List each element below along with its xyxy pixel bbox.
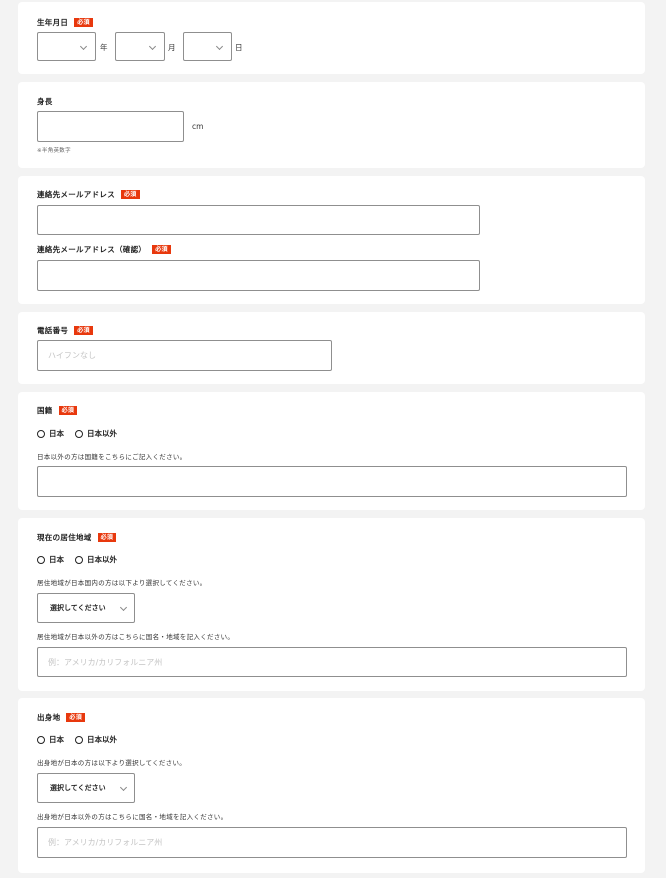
residence-placeholder: 例：アメリカ/カリフォルニア州 bbox=[48, 657, 163, 667]
phone-input[interactable]: ハイフンなし bbox=[37, 340, 332, 371]
residence-radio-group: 日本 日本以外 bbox=[37, 554, 128, 565]
birthdate-section: 生年月日 必須 年 月 日 bbox=[18, 2, 645, 74]
radio-circle-icon bbox=[75, 555, 83, 564]
month-unit: 月 bbox=[168, 43, 176, 52]
residence-country-input[interactable]: 例：アメリカ/カリフォルニア州 bbox=[37, 647, 627, 677]
nationality-input[interactable] bbox=[37, 466, 627, 497]
chevron-down-icon bbox=[79, 42, 88, 51]
required-badge: 必須 bbox=[66, 713, 86, 722]
email-label: 連絡先メールアドレス 必須 bbox=[37, 189, 140, 200]
height-label: 身長 bbox=[37, 97, 53, 106]
nationality-section: 国籍 必須 日本 日本以外 日本以外の方は国籍をこちらにご記入ください。 bbox=[18, 392, 645, 510]
email-section: 連絡先メールアドレス 必須 連絡先メールアドレス（確認） 必須 bbox=[18, 176, 645, 304]
nationality-radio-other[interactable]: 日本以外 bbox=[75, 428, 117, 439]
birthplace-select-note: 出身地が日本の方は以下より選択してください。 bbox=[37, 759, 187, 767]
birthplace-prefecture-select[interactable]: 選択してください bbox=[37, 773, 135, 803]
email-field[interactable] bbox=[37, 205, 480, 235]
birthplace-text-note: 出身地が日本以外の方はこちらに国名・地域を記入ください。 bbox=[37, 813, 228, 821]
birthplace-label: 出身地 必須 bbox=[37, 712, 86, 723]
required-badge: 必須 bbox=[121, 190, 140, 199]
radio-circle-icon bbox=[37, 429, 45, 438]
radio-circle-icon bbox=[37, 735, 45, 744]
residence-prefecture-select[interactable]: 選択してください bbox=[37, 593, 135, 623]
year-unit: 年 bbox=[100, 43, 108, 52]
chevron-down-icon bbox=[119, 783, 128, 792]
residence-select-note: 居住地域が日本国内の方は以下より選択してください。 bbox=[37, 579, 207, 587]
chevron-down-icon bbox=[119, 603, 128, 612]
phone-section: 電話番号 必須 ハイフンなし bbox=[18, 312, 645, 384]
residence-label: 現在の居住地域 必須 bbox=[37, 532, 117, 543]
required-badge: 必須 bbox=[152, 245, 171, 254]
birthplace-radio-group: 日本 日本以外 bbox=[37, 734, 128, 745]
birth-year-select[interactable] bbox=[37, 32, 96, 61]
residence-section: 現在の居住地域 必須 日本 日本以外 居住地域が日本国内の方は以下より選択してく… bbox=[18, 518, 645, 691]
required-badge: 必須 bbox=[74, 326, 93, 335]
required-badge: 必須 bbox=[74, 18, 93, 27]
height-note: ※半角英数字 bbox=[37, 148, 71, 154]
radio-circle-icon bbox=[75, 735, 83, 744]
birthplace-radio-other[interactable]: 日本以外 bbox=[75, 734, 117, 745]
email-confirm-label: 連絡先メールアドレス（確認） 必須 bbox=[37, 244, 171, 255]
required-badge: 必須 bbox=[58, 406, 78, 415]
radio-circle-icon bbox=[75, 429, 83, 438]
radio-circle-icon bbox=[37, 555, 45, 564]
birthplace-placeholder: 例：アメリカ/カリフォルニア州 bbox=[48, 838, 163, 847]
birthdate-label: 生年月日 必須 bbox=[37, 17, 93, 28]
chevron-down-icon bbox=[148, 42, 157, 51]
day-unit: 日 bbox=[235, 43, 243, 52]
residence-radio-other[interactable]: 日本以外 bbox=[75, 554, 117, 565]
residence-radio-japan[interactable]: 日本 bbox=[37, 554, 64, 565]
email-confirm-field[interactable] bbox=[37, 260, 480, 291]
nationality-radio-japan[interactable]: 日本 bbox=[37, 428, 64, 439]
birth-day-select[interactable] bbox=[183, 32, 232, 61]
birthplace-section: 出身地 必須 日本 日本以外 出身地が日本の方は以下より選択してください。 選択… bbox=[18, 698, 645, 873]
nationality-radio-group: 日本 日本以外 bbox=[37, 428, 128, 439]
birthplace-country-input[interactable]: 例：アメリカ/カリフォルニア州 bbox=[37, 827, 627, 858]
nationality-note: 日本以外の方は国籍をこちらにご記入ください。 bbox=[37, 453, 187, 461]
birth-month-select[interactable] bbox=[115, 32, 165, 61]
phone-placeholder: ハイフンなし bbox=[48, 351, 96, 360]
birthplace-radio-japan[interactable]: 日本 bbox=[37, 734, 64, 745]
height-unit: cm bbox=[192, 122, 204, 131]
required-badge: 必須 bbox=[97, 533, 117, 542]
nationality-label: 国籍 必須 bbox=[37, 405, 78, 416]
phone-label: 電話番号 必須 bbox=[37, 325, 93, 336]
chevron-down-icon bbox=[215, 42, 224, 51]
height-input[interactable] bbox=[37, 111, 184, 142]
height-section: 身長 cm ※半角英数字 bbox=[18, 82, 645, 168]
residence-text-note: 居住地域が日本以外の方はこちらに国名・地域を記入ください。 bbox=[37, 633, 235, 641]
